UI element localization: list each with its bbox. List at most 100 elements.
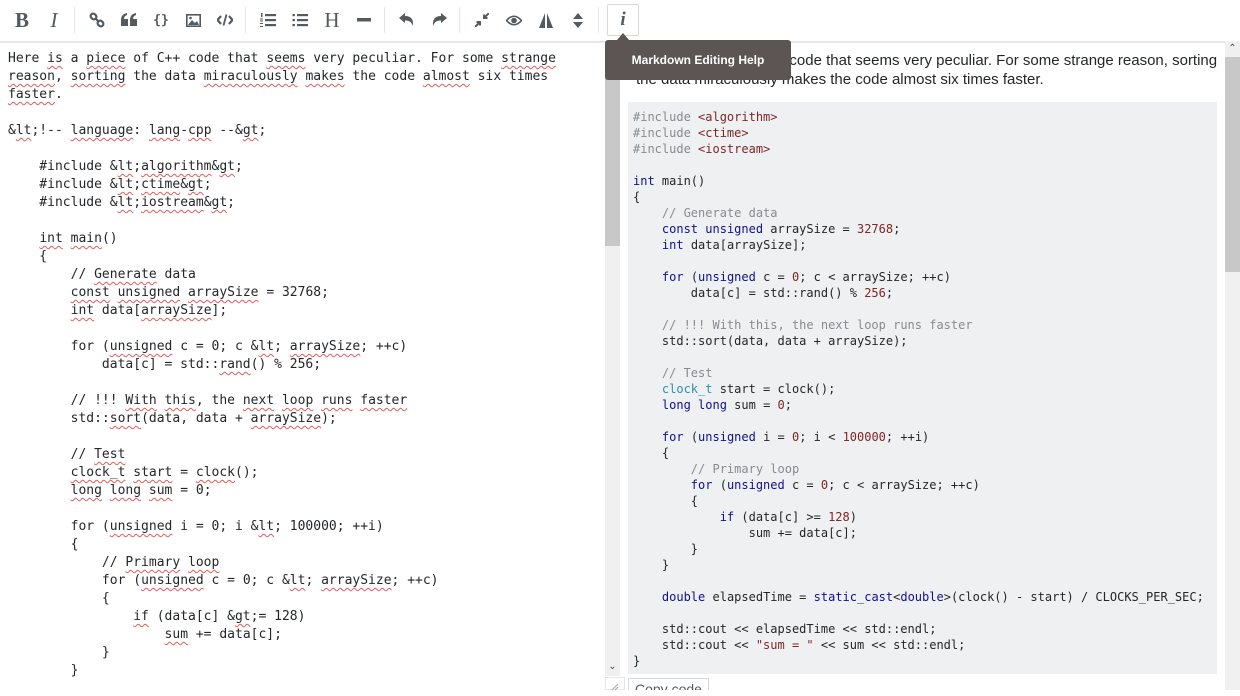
editor-code-line: for (unsigned c = 0; c &lt; arraySize; +… [8,573,439,588]
code-line: } [633,542,699,556]
scroll-down-icon[interactable]: ⌄ [605,659,620,673]
editor-scrollbar[interactable]: ⌄ [605,41,620,676]
link-icon [89,12,105,28]
code-line: std::cout << elapsedTime << std::endl; [633,622,937,636]
collapse-button[interactable] [466,4,498,36]
editor-scrollbar-thumb[interactable] [605,61,620,246]
bulleted-list-button[interactable] [284,4,316,36]
markdown-preview: Here is a piece of C++ code that seems v… [620,41,1225,690]
editor-intro-line: faster. [8,87,63,102]
undo-button[interactable] [391,4,423,36]
horizontal-rule-button[interactable] [348,4,380,36]
ordered-list-icon [260,13,276,27]
code-line: } [633,654,641,668]
markdown-editor-textarea[interactable]: Here is a piece of C++ code that seems v… [0,41,605,690]
code-line: } [633,558,670,572]
editor-code-lines: #include &lt;algorithm&gt; #include &lt;… [8,159,439,678]
horizontal-rule-icon [357,18,371,22]
code-line: #include <ctime> [633,126,749,140]
numbered-list-button[interactable] [252,4,284,36]
code-line: { [633,190,641,204]
editor-code-line: // Primary loop [8,555,220,570]
editor-code-line: #include &lt;algorithm&gt; [8,159,243,174]
side-by-side-button[interactable] [530,4,562,36]
code-line: const unsigned arraySize = 32768; [661,222,901,236]
code-line: int data[arraySize]; [661,238,807,252]
code-line: // !!! With this, the next loop runs fas… [661,318,973,332]
scroll-up-icon[interactable]: ⌃ [1225,41,1240,55]
code-tag-icon [217,14,233,26]
preview-scrollbar-thumb[interactable] [1225,57,1240,272]
editor-code-line: { [8,591,110,606]
editor-code-line: clock_t start = clock(); [70,465,259,480]
code-line: std::cout << "sum = " << sum << std::end… [633,638,966,652]
compress-icon [475,13,489,27]
info-icon: i [620,9,626,30]
toolbar-divider [74,7,75,33]
code-line: for (unsigned i = 0; i < 100000; ++i) [661,430,930,444]
redo-button[interactable] [423,4,455,36]
toolbar-divider [245,7,246,33]
editor-code-line: // Test [8,447,126,462]
editor-code-line: const unsigned arraySize = 32768; [70,285,329,300]
editor-code-line: { [8,537,79,552]
heading-icon: H [324,7,340,32]
editor-code-line: // Generate data [8,267,196,282]
code-sample-button[interactable]: {} [145,4,177,36]
toolbar-divider [598,7,599,33]
editor-intro-line: Here is a piece of C++ code that seems v… [8,51,556,66]
italic-icon: I [50,7,58,32]
link-button[interactable] [81,4,113,36]
code-line: sum += data[c]; [633,526,857,540]
code-line: #include <algorithm> [633,110,778,124]
blockquote-button[interactable] [113,4,145,36]
code-line: std::sort(data, data + arraySize); [633,334,908,348]
editor-code-line: int data[arraySize]; [70,303,228,318]
resize-button[interactable] [562,4,594,36]
image-button[interactable] [177,4,209,36]
toolbar-divider [459,7,460,33]
editor-language-hint: &lt;!-- language: lang-cpp --&gt; [8,123,267,138]
copy-code-button[interactable]: Copy code [628,678,709,690]
code-line: for (unsigned c = 0; c < arraySize; ++c) [661,270,951,284]
code-line: // Generate data [661,206,778,220]
image-icon [185,13,201,27]
unordered-list-icon [292,14,308,27]
italic-button[interactable]: I [38,4,70,36]
redo-icon [432,13,447,26]
code-line: data[c] = std::rand() % 256; [633,286,894,300]
code-line: // Test [661,366,713,380]
code-line: int main() [633,174,706,188]
heading-button[interactable]: H [316,4,348,36]
editor-code-line: #include &lt;ctime&gt; [8,177,212,192]
editor-code-line: // !!! With this, the next loop runs fas… [8,393,408,408]
sort-icon [573,12,583,28]
help-button[interactable]: i [607,4,639,36]
code-line: long long sum = 0; [661,398,792,412]
split-view-icon [539,12,553,28]
help-tooltip: Markdown Editing Help [605,33,791,80]
editor-content: Here is a piece of C++ code that seems v… [8,50,588,680]
braces-icon: {} [153,12,169,28]
toolbar-divider [384,7,385,33]
code-line: { [633,494,699,508]
editor-code-line: for (unsigned c = 0; c &lt; arraySize; +… [8,339,408,354]
bold-button[interactable]: B [6,4,38,36]
editor-code-line: for (unsigned i = 0; i &lt; 100000; ++i) [8,519,384,534]
editor-code-line: } [8,645,110,660]
code-line: double elapsedTime = static_cast<double>… [661,590,1204,604]
editor-code-line: int main() [39,231,118,246]
editor-code-line: data[c] = std::rand() % 256; [8,357,322,372]
editor-code-line: if (data[c] &gt;= 128) [133,609,306,624]
editor-code-line: } [8,663,79,678]
code-line: for (unsigned c = 0; c < arraySize; ++c) [690,478,980,492]
preview-toggle-button[interactable] [498,4,530,36]
preview-scrollbar[interactable]: ⌃ [1225,41,1240,690]
snippet-button[interactable] [209,4,241,36]
editor-code-line: std::sort(data, data + arraySize); [8,411,337,426]
eye-icon [506,14,522,26]
editor-code-line: long long sum = 0; [70,483,212,498]
code-line: #include <iostream> [633,142,771,156]
undo-icon [399,13,414,26]
editor-code-line: #include &lt;iostream&gt; [8,195,235,210]
